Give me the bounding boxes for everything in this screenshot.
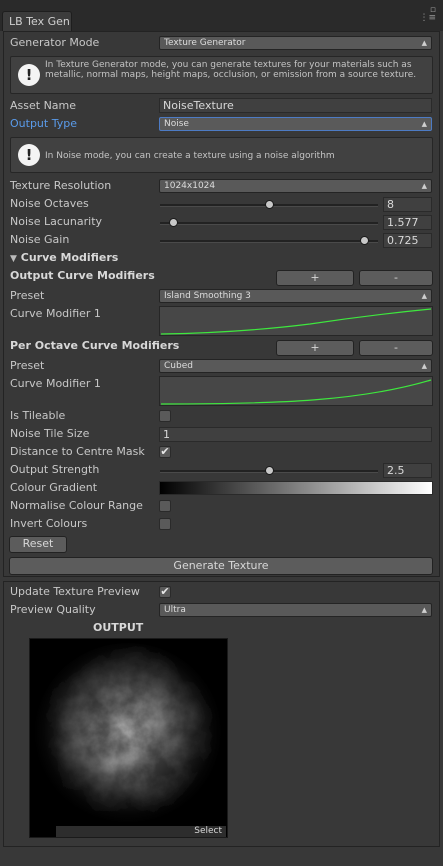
output-texture-preview xyxy=(29,638,228,838)
is-tileable-label: Is Tileable xyxy=(10,409,66,422)
normalise-colour-range-label: Normalise Colour Range xyxy=(10,499,143,512)
asset-name-field[interactable]: NoiseTexture xyxy=(159,98,432,113)
texture-resolution-label: Texture Resolution xyxy=(10,179,112,192)
per-octave-curve-remove-button[interactable]: - xyxy=(359,340,433,356)
noise-lacunarity-slider-track[interactable] xyxy=(160,222,378,225)
help-exclamation-icon: ! xyxy=(18,64,40,86)
output-strength-label: Output Strength xyxy=(10,463,100,476)
noise-octaves-label: Noise Octaves xyxy=(10,197,89,210)
noise-octaves-slider-thumb[interactable] xyxy=(264,200,274,209)
noise-lacunarity-label: Noise Lacunarity xyxy=(10,215,103,228)
checkmark-icon: ✔ xyxy=(160,445,170,458)
per-octave-curve-graph xyxy=(160,379,432,405)
output-type-help-box: ! In Noise mode, you can create a textur… xyxy=(10,137,433,173)
texture-resolution-dropdown[interactable]: 1024x1024 ▲ xyxy=(159,179,432,193)
reset-button[interactable]: Reset xyxy=(9,536,67,553)
window-menu-icon[interactable]: ▫ ⋮≡ xyxy=(412,6,436,26)
generator-mode-help-box: ! In Texture Generator mode, you can gen… xyxy=(10,56,433,94)
output-curve-field[interactable] xyxy=(159,306,433,336)
output-curve-modifier-label: Curve Modifier 1 xyxy=(10,307,101,320)
generator-mode-label: Generator Mode xyxy=(10,36,100,49)
per-octave-curve-modifier-label: Curve Modifier 1 xyxy=(10,377,101,390)
generator-mode-dropdown[interactable]: Texture Generator ▲ xyxy=(159,36,432,50)
per-octave-curve-modifiers-title: Per Octave Curve Modifiers xyxy=(10,339,180,352)
per-octave-curve-field[interactable] xyxy=(159,376,433,406)
per-octave-curve-add-button[interactable]: + xyxy=(276,340,354,356)
output-preset-value: Island Smoothing 3 xyxy=(164,291,251,301)
colour-gradient-field[interactable] xyxy=(159,481,433,495)
dropdown-arrow-icon: ▲ xyxy=(421,120,427,128)
asset-name-label: Asset Name xyxy=(10,99,77,112)
help-exclamation-icon: ! xyxy=(18,144,40,166)
dropdown-arrow-icon: ▲ xyxy=(421,39,427,47)
dropdown-arrow-icon: ▲ xyxy=(421,606,427,614)
curve-modifiers-title: Curve Modifiers xyxy=(20,251,119,264)
noise-lacunarity-field[interactable]: 1.577 xyxy=(383,215,432,230)
output-type-value: Noise xyxy=(164,119,189,129)
output-curve-graph xyxy=(160,308,432,335)
curve-modifiers-foldout[interactable]: ▼ Curve Modifiers xyxy=(10,250,118,266)
distance-to-centre-mask-checkbox[interactable]: ✔ xyxy=(159,446,171,458)
tab-lb-tex-gen[interactable]: LB Tex Gen xyxy=(2,11,72,31)
output-type-dropdown[interactable]: Noise ▲ xyxy=(159,117,432,131)
generator-mode-help-text: In Texture Generator mode, you can gener… xyxy=(45,60,417,80)
normalise-colour-range-checkbox[interactable] xyxy=(159,500,171,512)
noise-tile-size-field[interactable]: 1 xyxy=(159,427,432,442)
is-tileable-checkbox[interactable] xyxy=(159,410,171,422)
preview-quality-label: Preview Quality xyxy=(10,603,96,616)
select-texture-button[interactable]: Select xyxy=(56,826,226,837)
output-curve-add-button[interactable]: + xyxy=(276,270,354,286)
output-preset-label: Preset xyxy=(10,289,45,302)
output-type-label: Output Type xyxy=(10,117,77,130)
output-title: OUTPUT xyxy=(93,621,144,634)
noise-gain-label: Noise Gain xyxy=(10,233,70,246)
dropdown-arrow-icon: ▲ xyxy=(421,362,427,370)
generator-mode-value: Texture Generator xyxy=(164,38,246,48)
preview-quality-dropdown[interactable]: Ultra ▲ xyxy=(159,603,432,617)
update-texture-preview-checkbox[interactable]: ✔ xyxy=(159,586,171,598)
output-strength-slider-thumb[interactable] xyxy=(264,466,274,475)
noise-tile-size-label: Noise Tile Size xyxy=(10,427,90,440)
invert-colours-checkbox[interactable] xyxy=(159,518,171,530)
invert-colours-label: Invert Colours xyxy=(10,517,88,530)
noise-lacunarity-slider-thumb[interactable] xyxy=(168,218,178,227)
output-type-help-text: In Noise mode, you can create a texture … xyxy=(45,151,335,161)
noise-gain-slider-track[interactable] xyxy=(160,240,378,243)
generate-texture-button[interactable]: Generate Texture xyxy=(9,557,433,575)
dropdown-arrow-icon: ▲ xyxy=(421,182,427,190)
distance-to-centre-mask-label: Distance to Centre Mask xyxy=(10,445,145,458)
output-preset-dropdown[interactable]: Island Smoothing 3 ▲ xyxy=(159,289,432,303)
dropdown-arrow-icon: ▲ xyxy=(421,292,427,300)
output-strength-field[interactable]: 2.5 xyxy=(383,463,432,478)
output-curve-remove-button[interactable]: - xyxy=(359,270,433,286)
update-texture-preview-label: Update Texture Preview xyxy=(10,585,140,598)
colour-gradient-label: Colour Gradient xyxy=(10,481,98,494)
per-octave-preset-value: Cubed xyxy=(164,361,193,371)
texture-resolution-value: 1024x1024 xyxy=(164,181,216,191)
checkmark-icon: ✔ xyxy=(160,585,170,598)
noise-octaves-field[interactable]: 8 xyxy=(383,197,432,212)
noise-gain-field[interactable]: 0.725 xyxy=(383,233,432,248)
noise-texture-image xyxy=(30,639,227,837)
foldout-triangle-icon: ▼ xyxy=(10,254,17,264)
per-octave-preset-dropdown[interactable]: Cubed ▲ xyxy=(159,359,432,373)
per-octave-preset-label: Preset xyxy=(10,359,45,372)
output-curve-modifiers-title: Output Curve Modifiers xyxy=(10,269,155,282)
preview-quality-value: Ultra xyxy=(164,605,186,615)
